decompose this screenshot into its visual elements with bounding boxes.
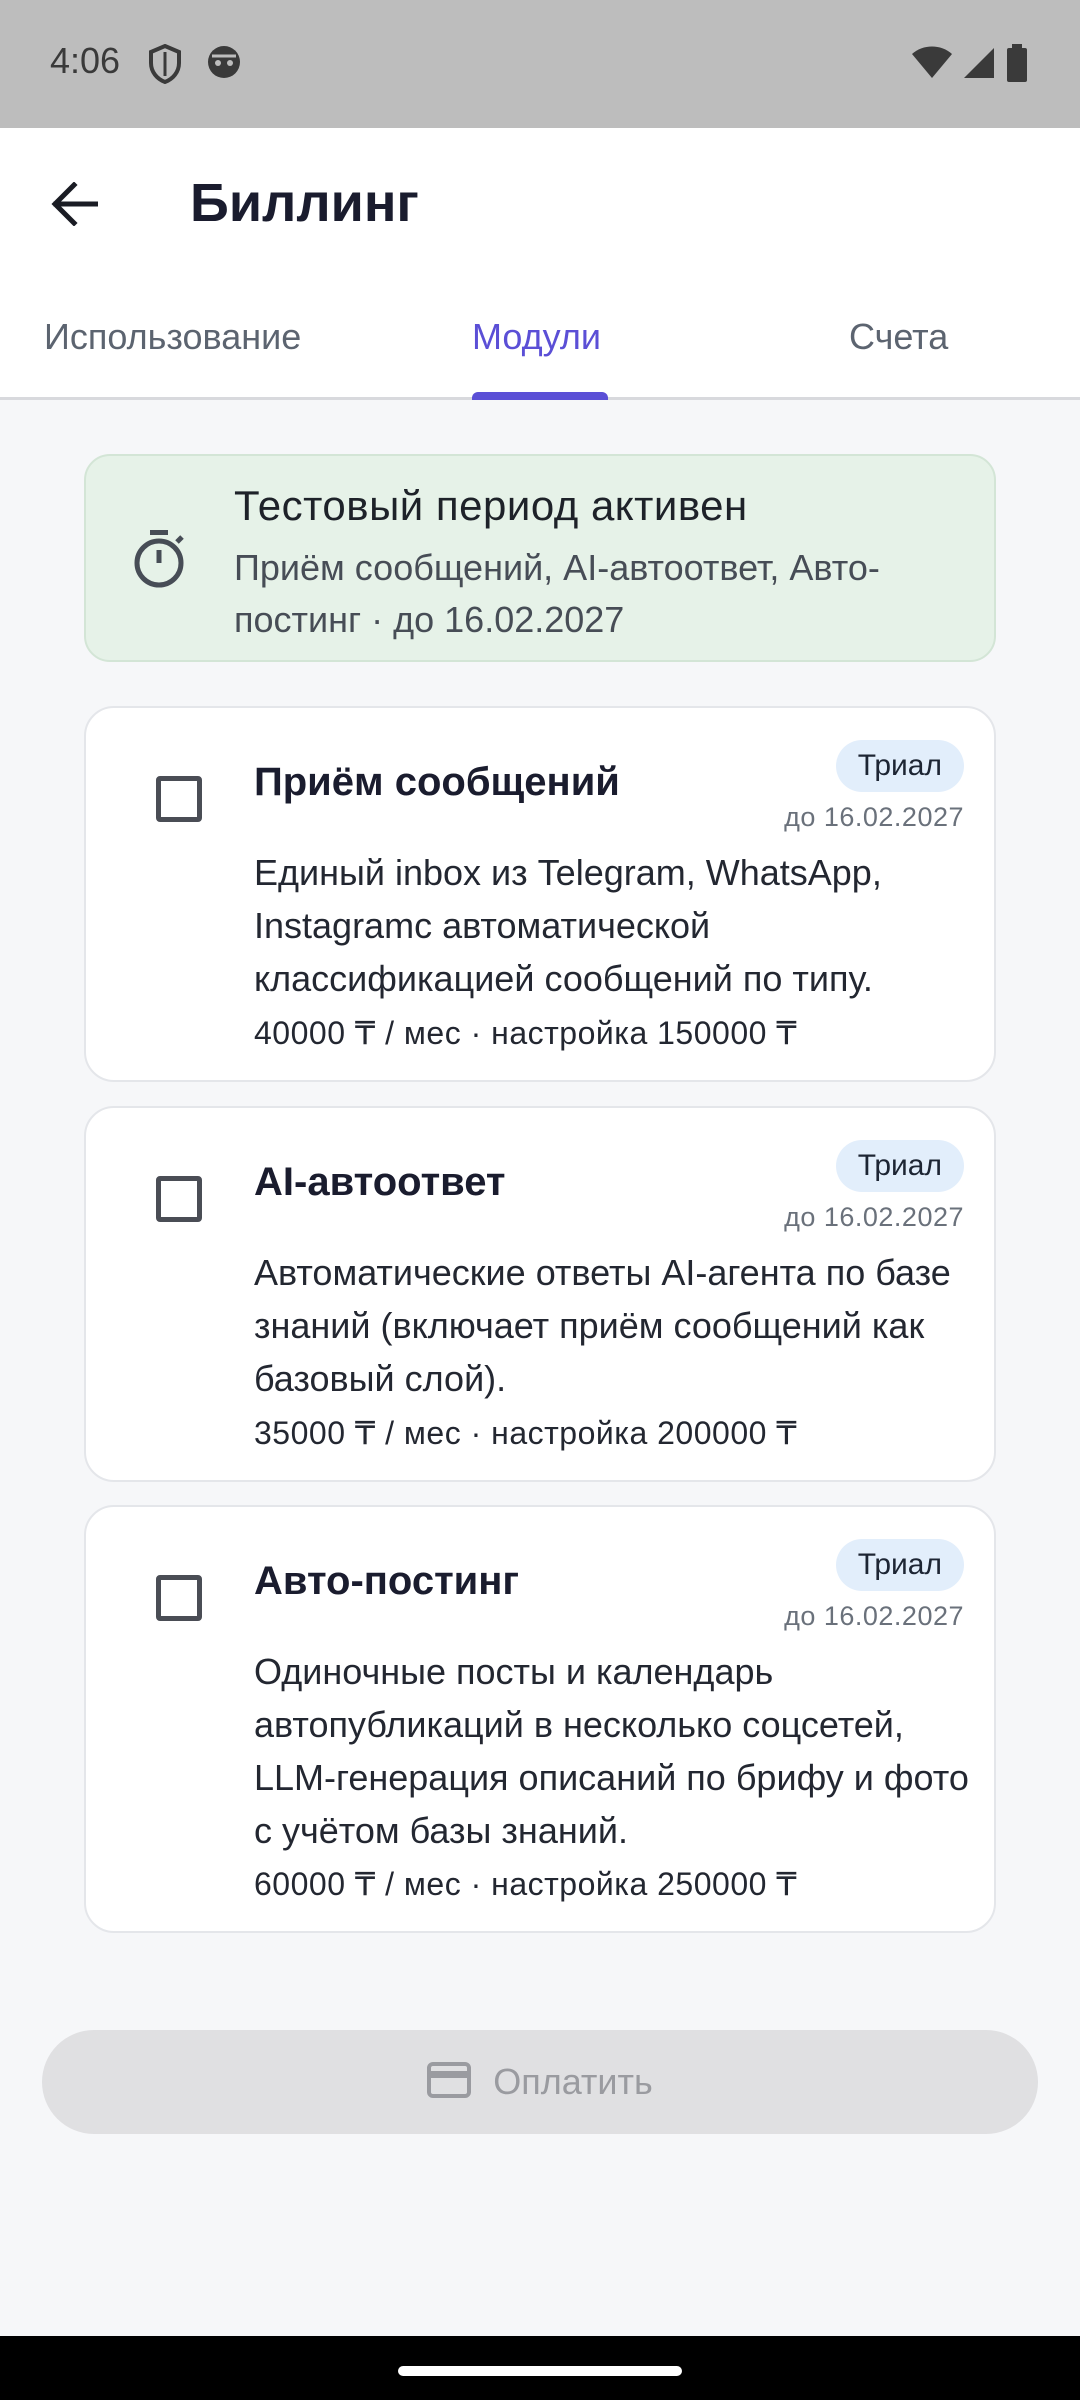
home-gesture-handle[interactable]: [398, 2366, 682, 2376]
module-price: 60000 ₸ / мес · настройка 250000 ₸: [254, 1866, 798, 1902]
active-tab-indicator: [472, 392, 608, 400]
trial-badge: Триал: [835, 740, 964, 792]
back-button[interactable]: [34, 166, 114, 246]
navigation-bar: [0, 2336, 1080, 2400]
module-price: 40000 ₸ / мес · настройка 150000 ₸: [254, 1015, 798, 1051]
android-icon: [206, 44, 242, 85]
banner-text: Приём сообщений, AI-автоответ, Авто-пост…: [234, 547, 880, 640]
module-card: Приём сообщений Триал до 16.02.2027 Един…: [84, 706, 996, 1082]
page-title: Биллинг: [190, 173, 419, 233]
tab-usage[interactable]: Использование: [44, 316, 301, 358]
battery-icon: [1006, 44, 1028, 87]
shield-icon: [148, 43, 182, 89]
module-description: Автоматические ответы AI-агента по базе …: [254, 1252, 951, 1399]
module-checkbox[interactable]: [156, 1176, 202, 1222]
status-bar: 4:06: [0, 0, 1080, 128]
module-price: 35000 ₸ / мес · настройка 200000 ₸: [254, 1415, 798, 1451]
trial-banner: Тестовый период активен Приём сообщений,…: [84, 454, 996, 662]
pay-button[interactable]: Оплатить: [42, 2030, 1038, 2134]
module-title: AI-автоответ: [254, 1160, 506, 1204]
timer-icon: [132, 530, 186, 595]
module-card: AI-автоответ Триал до 16.02.2027 Автомат…: [84, 1106, 996, 1482]
module-card: Авто-постинг Триал до 16.02.2027 Одиночн…: [84, 1505, 996, 1933]
arrow-back-icon: [50, 180, 99, 231]
trial-badge: Триал: [835, 1140, 964, 1192]
signal-icon: [962, 46, 996, 85]
module-title: Приём сообщений: [254, 760, 620, 804]
tab-modules[interactable]: Модули: [472, 316, 601, 358]
banner-title: Тестовый период активен: [234, 482, 748, 529]
trial-until: до 16.02.2027: [784, 1202, 964, 1232]
trial-until: до 16.02.2027: [784, 1601, 964, 1631]
wifi-icon: [912, 46, 952, 85]
credit-card-icon: [427, 2061, 472, 2103]
pay-button-label: Оплатить: [493, 2061, 653, 2102]
module-checkbox[interactable]: [156, 1575, 202, 1621]
module-description: Единый inbox из Telegram, WhatsApp, Inst…: [254, 852, 882, 999]
module-checkbox[interactable]: [156, 776, 202, 822]
trial-until: до 16.02.2027: [784, 802, 964, 832]
tab-invoices[interactable]: Счета: [849, 316, 948, 358]
tab-bar: Использование Модули Счета: [0, 274, 1080, 400]
module-title: Авто-постинг: [254, 1559, 520, 1603]
trial-badge: Триал: [835, 1539, 964, 1591]
app-bar: Биллинг: [0, 128, 1080, 274]
status-time: 4:06: [50, 40, 121, 81]
module-description: Одиночные посты и календарь автопубликац…: [254, 1651, 969, 1851]
